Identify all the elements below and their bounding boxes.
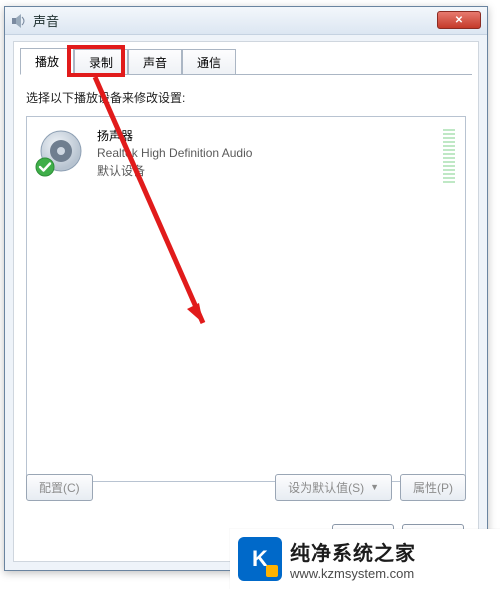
device-icon: [37, 127, 85, 175]
close-icon: ✕: [455, 15, 463, 26]
watermark-logo-icon: K: [238, 537, 282, 581]
tab-strip: 播放 录制 声音 通信: [20, 48, 478, 74]
device-list[interactable]: 扬声器 Realtek High Definition Audio 默认设备: [26, 116, 466, 482]
button-label: 设为默认值(S): [288, 479, 364, 496]
set-default-button[interactable]: 设为默认值(S) ▼: [275, 474, 392, 501]
tab-label: 通信: [197, 56, 221, 70]
panel-button-row: 配置(C) 设为默认值(S) ▼ 属性(P): [26, 474, 466, 501]
tab-playback[interactable]: 播放: [20, 48, 74, 75]
tab-panel-playback: 选择以下播放设备来修改设置:: [20, 74, 472, 511]
properties-button[interactable]: 属性(P): [400, 474, 466, 501]
chevron-down-icon: ▼: [370, 483, 379, 492]
close-button[interactable]: ✕: [437, 11, 481, 29]
device-driver: Realtek High Definition Audio: [97, 146, 252, 160]
default-check-icon: [35, 157, 55, 177]
watermark-logo-letter: K: [252, 546, 268, 572]
watermark-url: www.kzmsystem.com: [290, 566, 416, 581]
tab-label: 播放: [35, 55, 59, 69]
watermark-text: 纯净系统之家 www.kzmsystem.com: [290, 537, 416, 581]
tab-sounds[interactable]: 声音: [128, 49, 182, 75]
window-title: 声音: [33, 11, 59, 30]
configure-button[interactable]: 配置(C): [26, 474, 93, 501]
sound-dialog: 声音 ✕ 播放 录制 声音 通信 选择以下播放设备来修改设置:: [4, 6, 488, 571]
tab-recording[interactable]: 录制: [74, 49, 128, 75]
tab-communications[interactable]: 通信: [182, 49, 236, 75]
button-label: 配置(C): [39, 479, 80, 496]
device-status: 默认设备: [97, 162, 252, 179]
device-name: 扬声器: [97, 127, 252, 144]
titlebar: 声音 ✕: [5, 7, 487, 35]
tab-label: 声音: [143, 56, 167, 70]
client-area: 播放 录制 声音 通信 选择以下播放设备来修改设置:: [13, 41, 479, 562]
device-item-speakers[interactable]: 扬声器 Realtek High Definition Audio 默认设备: [27, 117, 465, 193]
sound-app-icon: [11, 13, 27, 29]
instruction-text: 选择以下播放设备来修改设置:: [26, 89, 466, 106]
watermark: K 纯净系统之家 www.kzmsystem.com: [230, 529, 500, 589]
button-label: 属性(P): [413, 479, 453, 496]
tab-label: 录制: [89, 56, 113, 70]
watermark-title: 纯净系统之家: [290, 537, 416, 566]
spacer: [101, 474, 267, 501]
level-meter: [443, 127, 455, 183]
device-text: 扬声器 Realtek High Definition Audio 默认设备: [97, 127, 252, 179]
